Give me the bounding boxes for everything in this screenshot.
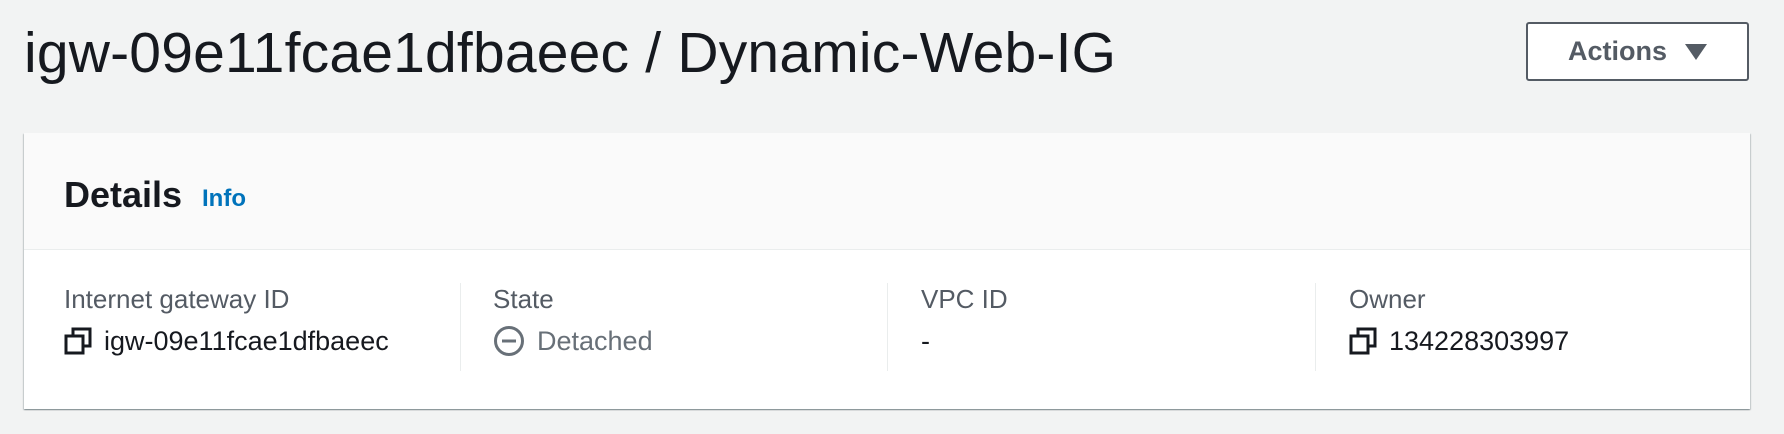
field-label: Internet gateway ID xyxy=(64,284,290,314)
field-value: 134228303997 xyxy=(1349,323,1569,359)
actions-button[interactable]: Actions xyxy=(1526,22,1749,81)
owner-value: 134228303997 xyxy=(1389,325,1570,356)
column-divider xyxy=(460,283,461,371)
field-label: VPC ID xyxy=(921,284,1008,314)
actions-button-label: Actions xyxy=(1567,36,1667,66)
field-label: Owner xyxy=(1349,284,1426,314)
column-divider xyxy=(887,283,888,371)
info-link[interactable]: Info xyxy=(202,183,246,215)
field-label: State xyxy=(493,284,554,314)
field-value: igw-09e11fcae1dfbaeec xyxy=(64,323,389,359)
vpc-id-value: - xyxy=(921,325,930,356)
page-header: igw-09e11fcae1dfbaeec / Dynamic-Web-IG A… xyxy=(0,0,1784,110)
field-value: - xyxy=(921,323,930,359)
details-panel-header: Details Info xyxy=(24,133,1750,250)
copy-icon[interactable] xyxy=(1349,327,1377,355)
state-value: Detached xyxy=(537,325,653,356)
minus-circle-icon xyxy=(493,325,525,357)
field-value: Detached xyxy=(493,323,653,359)
details-columns: Internet gateway ID igw-09e11fcae1dfbaee… xyxy=(24,250,1750,409)
caret-down-icon xyxy=(1685,43,1707,60)
page-title: igw-09e11fcae1dfbaeec / Dynamic-Web-IG xyxy=(24,21,1117,85)
details-title: Details xyxy=(64,174,183,215)
column-divider xyxy=(1315,283,1316,371)
internet-gateway-id-value: igw-09e11fcae1dfbaeec xyxy=(104,325,389,356)
copy-icon[interactable] xyxy=(64,327,92,355)
details-panel: Details Info Internet gateway ID igw-09e… xyxy=(24,133,1750,409)
